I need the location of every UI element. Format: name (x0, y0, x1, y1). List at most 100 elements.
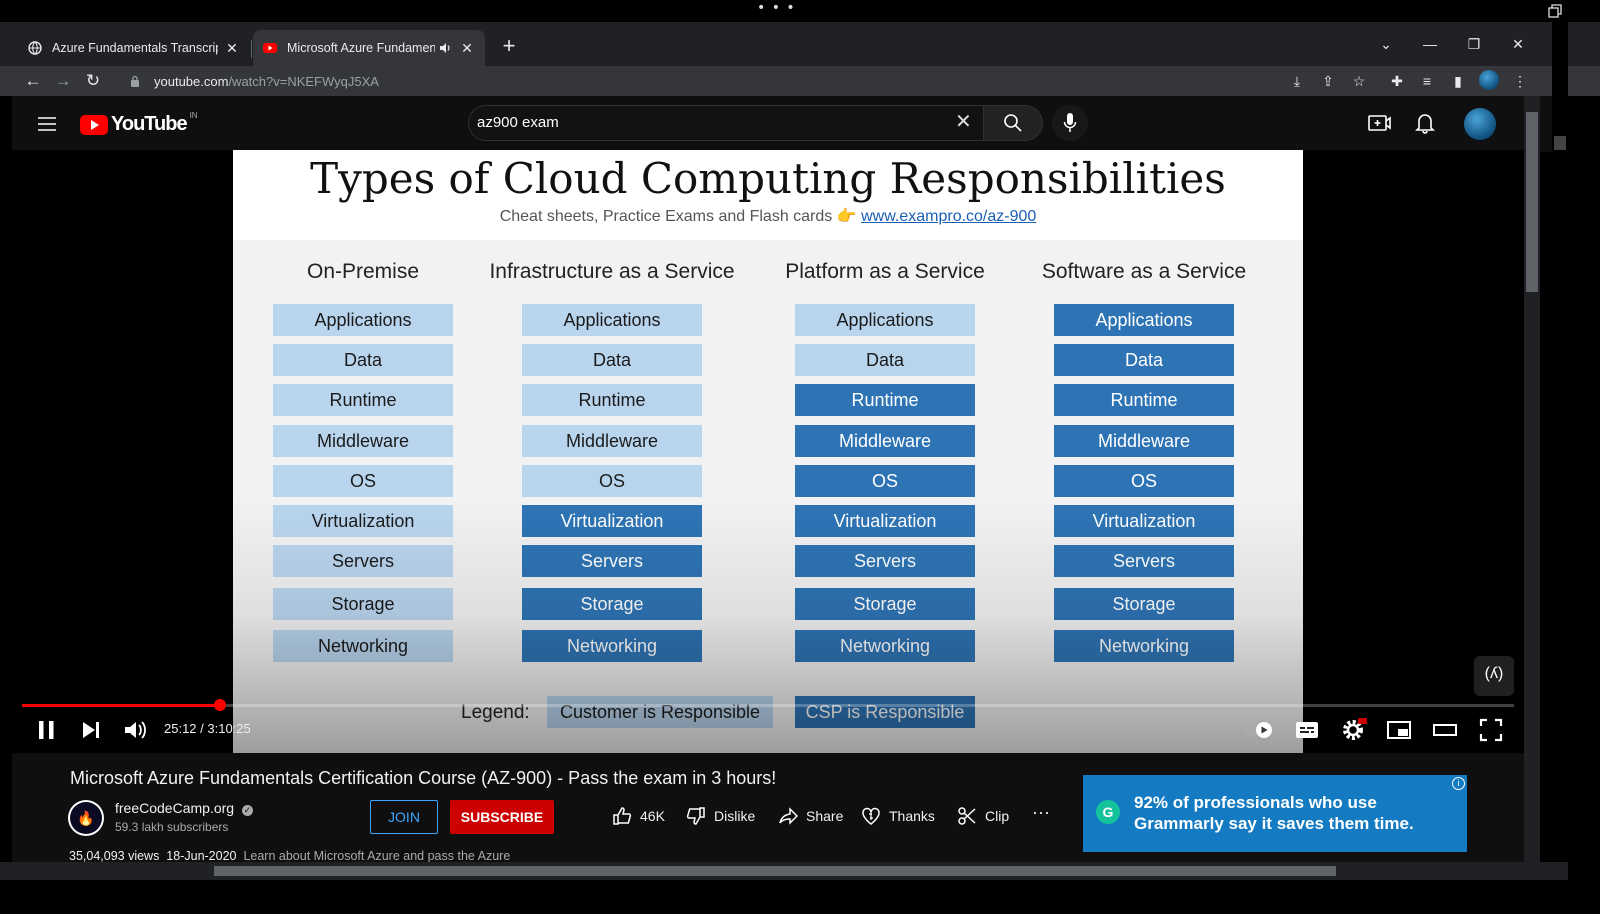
ad-text: 92% of professionals who use Grammarly s… (1134, 792, 1414, 834)
slide-subtitle-text: Cheat sheets, Practice Exams and Flash c… (499, 208, 857, 225)
more-dots-icon[interactable]: • • • (757, 0, 796, 16)
share-page-icon[interactable]: ⇪ (1315, 68, 1341, 94)
back-arrow-icon[interactable]: ← (20, 68, 46, 94)
side-panel-icon[interactable]: ▮ (1445, 68, 1471, 94)
layer-cell-storage: Storage (1054, 588, 1234, 620)
subscribe-button[interactable]: SUBSCRIBE (450, 800, 554, 834)
create-video-icon[interactable] (1366, 110, 1392, 136)
like-count: 46K (640, 808, 665, 824)
ad-info-icon[interactable]: i (1452, 777, 1465, 790)
layer-cell-applications: Applications (1054, 304, 1234, 336)
heart-dollar-icon (862, 807, 880, 825)
miniplayer-icon[interactable] (1384, 715, 1414, 745)
layer-cell-middleware: Middleware (522, 425, 702, 457)
progress-bar[interactable] (22, 704, 1514, 707)
next-video-icon[interactable] (76, 715, 106, 745)
layer-cell-applications: Applications (522, 304, 702, 336)
clip-button[interactable]: Clip (957, 806, 1009, 826)
volume-icon[interactable] (120, 715, 150, 745)
page-scrollbar-thumb[interactable] (1526, 112, 1538, 292)
slide-title: Types of Cloud Computing Responsibilitie… (310, 154, 1226, 203)
tab-close-icon[interactable]: ✕ (224, 40, 240, 57)
layer-cell-applications: Applications (795, 304, 975, 336)
ad-text-line1: 92% of professionals who use (1134, 793, 1377, 812)
video-player[interactable]: Types of Cloud Computing Responsibilitie… (12, 150, 1524, 753)
layer-cell-os: OS (273, 465, 453, 497)
globe-icon (28, 41, 42, 55)
layer-cell-virtualization: Virtualization (522, 505, 702, 537)
youtube-logo[interactable]: YouTube IN (80, 111, 198, 136)
tab-youtube-video[interactable]: Microsoft Azure Fundamentals ✕ (253, 30, 485, 66)
layer-cell-servers: Servers (273, 545, 453, 577)
share-label: Share (806, 808, 844, 824)
scissors-icon (958, 807, 976, 825)
examprolink[interactable]: www.exampro.co/az-900 (861, 208, 1036, 225)
bottom-edge (0, 880, 1600, 914)
tab-title: Azure Fundamentals Transcript (52, 41, 218, 55)
freecodecamp-watermark-icon[interactable]: (ʎ) (1474, 656, 1514, 696)
media-queue-icon[interactable]: ≡ (1414, 68, 1440, 94)
restore-icon[interactable] (1548, 4, 1562, 18)
notifications-bell-icon[interactable] (1412, 110, 1438, 136)
description-snippet[interactable]: Learn about Microsoft Azure and pass the… (243, 849, 510, 863)
clear-search-icon[interactable]: ✕ (955, 112, 972, 132)
dislike-label: Dislike (714, 808, 756, 824)
column-heading: Software as a Service (1041, 260, 1247, 283)
time-display: 25:12 / 3:10:25 (164, 721, 251, 736)
bookmark-star-icon[interactable]: ☆ (1346, 68, 1372, 94)
layer-cell-networking: Networking (795, 630, 975, 662)
install-icon[interactable]: ⤓ (1284, 68, 1310, 94)
layer-cell-data: Data (795, 344, 975, 376)
subtitles-icon[interactable] (1292, 715, 1322, 745)
lock-icon (131, 75, 139, 87)
tab-close-icon[interactable]: ✕ (459, 40, 475, 57)
browser-menu-icon[interactable]: ⋮ (1507, 68, 1533, 94)
url-path: /watch?v=NKEFWyqJ5XA (228, 73, 379, 89)
verified-badge-icon: ✓ (241, 805, 253, 816)
column-heading: Infrastructure as a Service (489, 260, 735, 283)
settings-gear-icon[interactable] (1338, 715, 1368, 745)
layer-cell-applications: Applications (273, 304, 453, 336)
account-avatar[interactable] (1464, 108, 1496, 140)
maximize-icon[interactable]: ❐ (1454, 30, 1494, 58)
url-host: youtube.com (154, 73, 229, 89)
reload-icon[interactable]: ↻ (80, 68, 106, 94)
channel-name-text: freeCodeCamp.org (115, 800, 235, 816)
scrubber-handle[interactable] (214, 699, 226, 711)
channel-avatar[interactable]: 🔥 (68, 800, 104, 836)
legend-customer: Customer is Responsible (547, 696, 773, 728)
profile-avatar[interactable] (1479, 70, 1499, 90)
pause-icon[interactable] (32, 715, 62, 745)
country-code: IN (189, 111, 198, 120)
tab-search-icon[interactable]: ⌄ (1366, 30, 1406, 58)
theater-mode-icon[interactable] (1430, 715, 1460, 745)
fullscreen-icon[interactable] (1476, 715, 1506, 745)
layer-cell-storage: Storage (273, 588, 453, 620)
forward-arrow-icon[interactable]: → (50, 68, 76, 94)
join-button[interactable]: JOIN (370, 800, 438, 834)
horizontal-scrollbar-thumb[interactable] (214, 866, 1336, 876)
tab-azure-transcript[interactable]: Azure Fundamentals Transcript ✕ (18, 30, 250, 66)
voice-search-button[interactable] (1052, 105, 1088, 141)
close-window-icon[interactable]: ✕ (1498, 30, 1538, 58)
minimize-icon[interactable]: — (1410, 30, 1450, 58)
extensions-icon[interactable]: ✚ (1384, 68, 1410, 94)
search-input[interactable]: az900 exam (468, 105, 984, 141)
hamburger-menu-icon[interactable] (38, 117, 56, 131)
speaker-icon[interactable] (439, 42, 453, 54)
autoplay-toggle-icon[interactable] (1240, 715, 1276, 745)
outer-scrollbar-thumb[interactable] (1554, 136, 1566, 150)
layer-cell-networking: Networking (273, 630, 453, 662)
like-button[interactable]: 46K (612, 806, 665, 826)
new-tab-button[interactable]: + (496, 34, 522, 60)
dislike-button[interactable]: Dislike (686, 806, 755, 826)
search-button[interactable] (983, 105, 1043, 141)
thanks-button[interactable]: Thanks (861, 806, 935, 826)
thumbs-down-icon (686, 807, 705, 825)
url-field[interactable]: youtube.com/watch?v=NKEFWyqJ5XA (120, 67, 1280, 95)
layer-cell-storage: Storage (795, 588, 975, 620)
tab-title: Microsoft Azure Fundamentals (287, 41, 435, 55)
share-button[interactable]: Share (778, 806, 843, 826)
more-actions-icon[interactable]: ··· (1032, 802, 1050, 823)
channel-name[interactable]: freeCodeCamp.org ✓ (115, 800, 253, 816)
